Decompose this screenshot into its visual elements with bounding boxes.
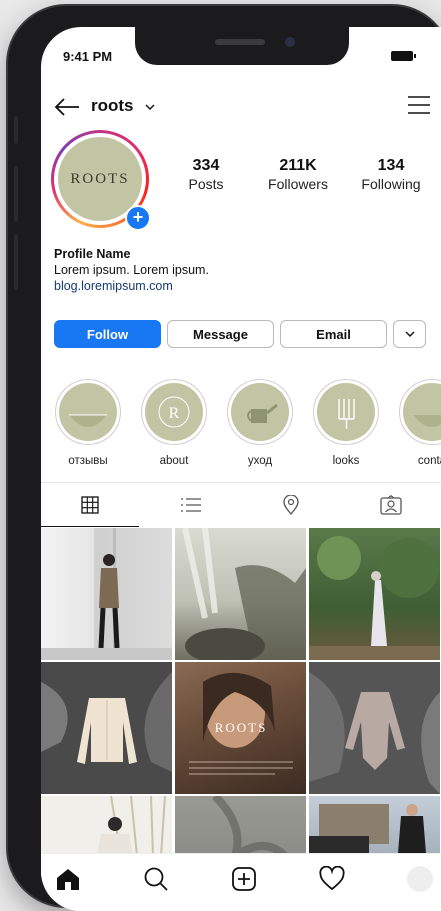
tab-location[interactable] bbox=[241, 483, 341, 527]
username[interactable]: roots bbox=[91, 96, 134, 116]
profile-avatar-icon[interactable] bbox=[407, 866, 433, 892]
post-thumbnail[interactable] bbox=[41, 528, 172, 660]
highlight-reviews[interactable]: отзывы bbox=[55, 379, 121, 467]
bio-link[interactable]: blog.loremipsum.com bbox=[54, 278, 209, 294]
profile-header: roots bbox=[41, 93, 441, 123]
mute-switch bbox=[14, 116, 18, 144]
r-logo-icon: R bbox=[145, 383, 203, 441]
tagged-icon bbox=[380, 495, 402, 515]
post-thumbnail[interactable]: ROOTS bbox=[175, 662, 306, 794]
highlight-looks[interactable]: looks bbox=[313, 379, 379, 467]
chevron-down-icon bbox=[405, 331, 414, 337]
highlight-contacts[interactable]: conta bbox=[399, 379, 441, 467]
svg-text:R: R bbox=[169, 405, 180, 422]
tab-tagged[interactable] bbox=[341, 483, 441, 527]
cardigan-photo bbox=[41, 672, 172, 772]
post-thumbnail[interactable] bbox=[175, 528, 306, 660]
highlight-label: уход bbox=[247, 455, 273, 467]
volume-up-button bbox=[14, 166, 18, 222]
bio-text: Lorem ipsum. Lorem ipsum. bbox=[54, 263, 209, 277]
volume-down-button bbox=[14, 234, 18, 290]
watering-can-icon bbox=[231, 383, 289, 441]
bio: Profile Name Lorem ipsum. Lorem ipsum. b… bbox=[54, 246, 209, 294]
suggest-dropdown-button[interactable] bbox=[393, 320, 426, 348]
menu-icon[interactable] bbox=[407, 95, 431, 115]
back-arrow-icon[interactable] bbox=[53, 95, 81, 119]
screen: 9:41 PM roots ROOTS + 334 Posts 211K Fol… bbox=[41, 27, 441, 911]
add-story-button[interactable]: + bbox=[125, 205, 151, 231]
tab-grid[interactable] bbox=[41, 483, 139, 527]
bowl-icon bbox=[403, 383, 441, 441]
tab-list[interactable] bbox=[141, 483, 241, 527]
stat-following[interactable]: 134 Following bbox=[356, 157, 426, 192]
location-pin-icon bbox=[283, 495, 299, 515]
posts-count: 334 bbox=[192, 157, 220, 174]
front-camera bbox=[285, 37, 295, 47]
post-thumbnail[interactable] bbox=[309, 528, 440, 660]
follow-button[interactable]: Follow bbox=[54, 320, 161, 348]
portrait-photo: ROOTS bbox=[189, 672, 293, 775]
following-label: Following bbox=[361, 176, 421, 192]
highlight-label: conta bbox=[417, 455, 441, 467]
status-time: 9:41 PM bbox=[63, 49, 113, 64]
window-photo bbox=[182, 528, 306, 660]
stat-posts[interactable]: 334 Posts bbox=[181, 157, 231, 192]
followers-label: Followers bbox=[268, 176, 328, 192]
person-photo bbox=[41, 528, 172, 660]
post-thumbnail[interactable] bbox=[41, 662, 172, 794]
following-count: 134 bbox=[377, 157, 405, 174]
stat-followers[interactable]: 211K Followers bbox=[261, 157, 335, 192]
highlight-label: about bbox=[159, 455, 189, 467]
highlight-about[interactable]: R about bbox=[141, 379, 207, 467]
bottom-nav bbox=[41, 853, 441, 911]
garden-photo bbox=[309, 536, 440, 660]
posts-grid: ROOTS bbox=[41, 528, 441, 911]
speaker bbox=[215, 39, 265, 45]
highlight-label: отзывы bbox=[68, 455, 108, 467]
profile-name: Profile Name bbox=[54, 247, 131, 261]
home-icon[interactable] bbox=[55, 866, 81, 892]
message-button[interactable]: Message bbox=[167, 320, 274, 348]
heart-icon[interactable] bbox=[319, 866, 345, 892]
grid-icon bbox=[81, 496, 99, 514]
profile-tabs bbox=[41, 482, 441, 527]
chevron-down-icon[interactable] bbox=[145, 103, 155, 114]
highlight-care[interactable]: уход bbox=[227, 379, 293, 467]
list-icon bbox=[181, 498, 201, 512]
bowl-icon bbox=[59, 383, 117, 441]
email-button[interactable]: Email bbox=[280, 320, 387, 348]
posts-label: Posts bbox=[188, 176, 224, 192]
search-icon[interactable] bbox=[143, 866, 169, 892]
followers-count: 211K bbox=[279, 157, 317, 174]
bodysuit-photo bbox=[309, 672, 440, 794]
notch bbox=[135, 27, 349, 65]
roots-logo-watermark: ROOTS bbox=[215, 720, 268, 735]
new-post-icon[interactable] bbox=[231, 866, 257, 892]
highlight-label: looks bbox=[332, 455, 360, 467]
battery-icon bbox=[391, 51, 416, 61]
phone-frame: 9:41 PM roots ROOTS + 334 Posts 211K Fol… bbox=[8, 6, 441, 911]
post-thumbnail[interactable] bbox=[309, 662, 440, 794]
fork-icon bbox=[317, 383, 375, 441]
